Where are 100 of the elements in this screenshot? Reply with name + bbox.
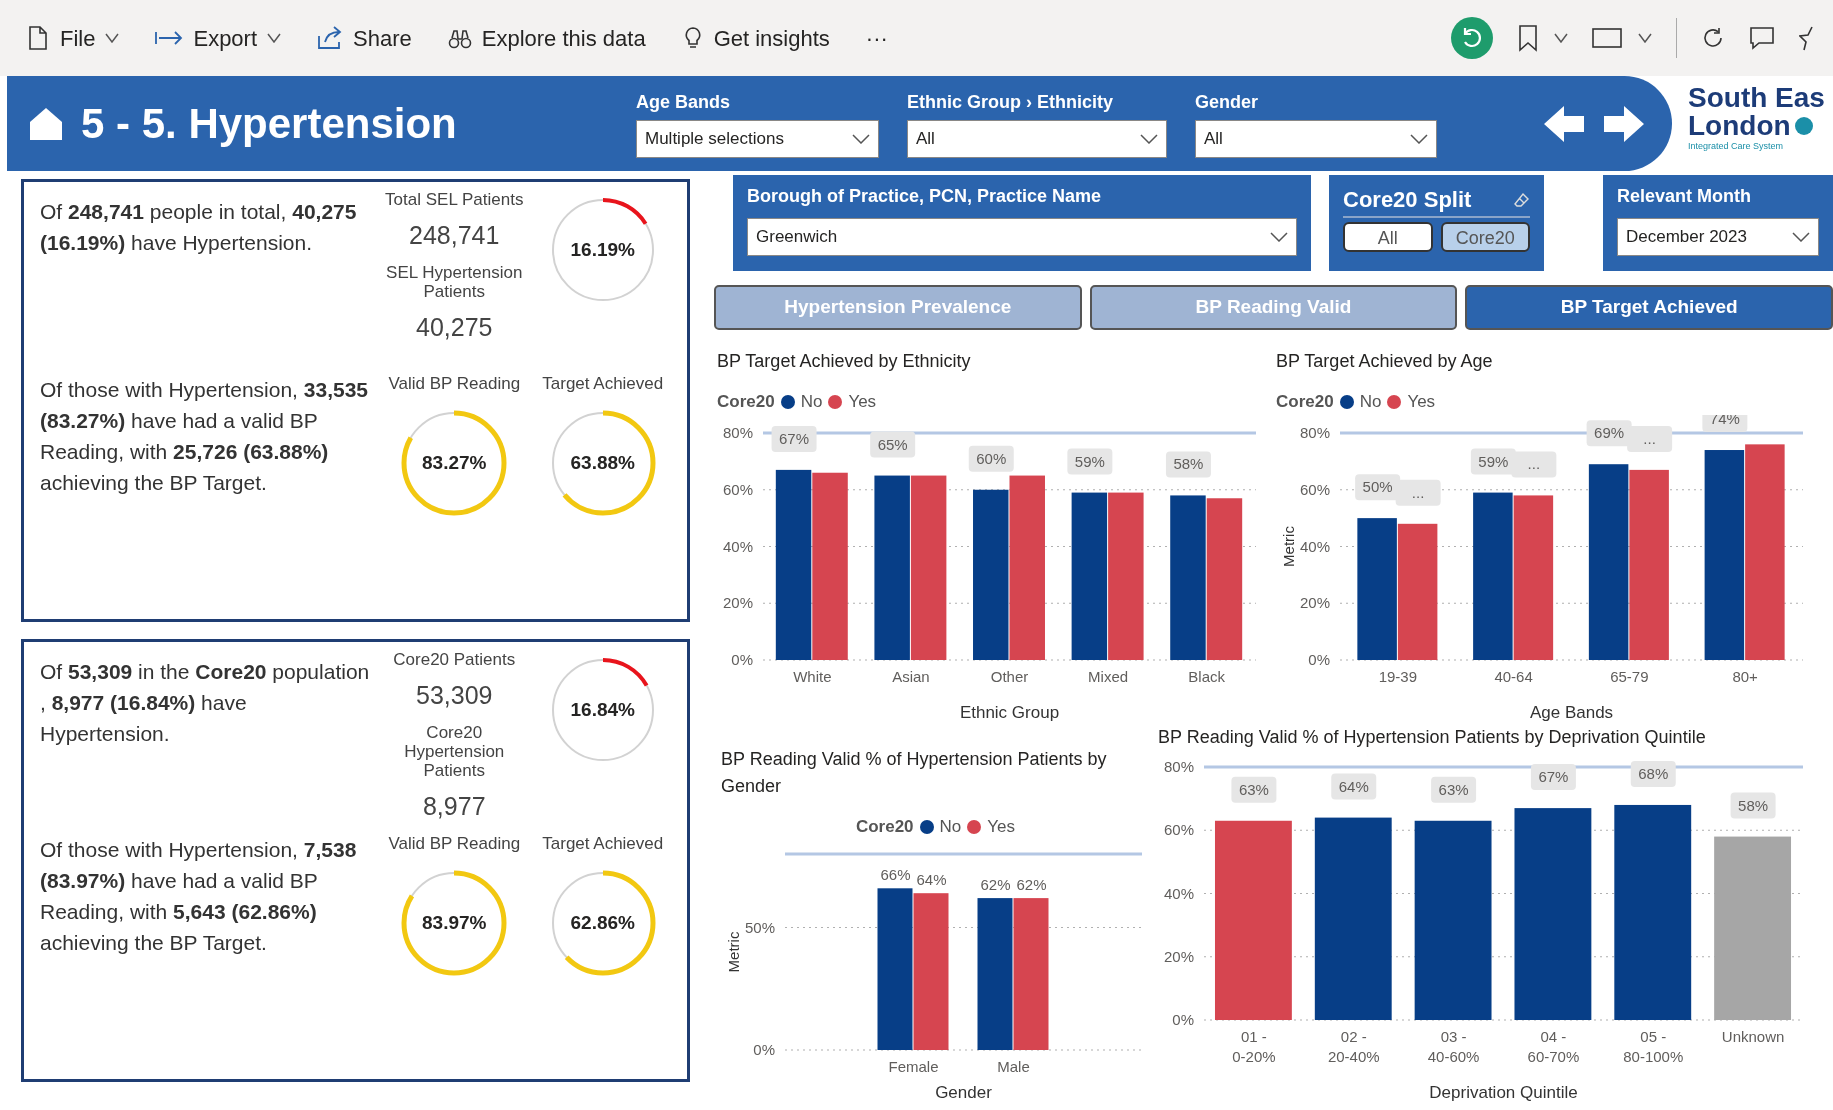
legend-title: Core20 xyxy=(855,816,914,838)
axis-category-label: Mixed xyxy=(1088,667,1129,685)
axis-category-label: Male xyxy=(997,1057,1030,1075)
gauge-label: Valid BP Reading xyxy=(388,834,521,853)
toolbar-button[interactable]: Explore this data xyxy=(441,17,652,59)
legend-title: Core20 xyxy=(717,391,775,413)
toggle-button[interactable]: All xyxy=(1343,222,1433,252)
axis-tick-label: 40% xyxy=(1163,884,1194,902)
data-label: 68% xyxy=(1630,760,1676,787)
data-label: 50% xyxy=(1355,473,1401,500)
axis-category-label: 40-64 xyxy=(1494,667,1533,685)
axis-category-label: Unknown xyxy=(1721,1028,1785,1045)
dropdown[interactable]: December 2023 xyxy=(1617,218,1819,256)
axis-tick-label: 60% xyxy=(722,480,753,498)
legend-label: No xyxy=(1359,391,1382,413)
data-label: 63% xyxy=(1431,776,1477,803)
axis-tick-label: 0% xyxy=(753,1040,775,1058)
stat-value: 53,309 xyxy=(416,680,493,711)
stat-label: SEL Hypertension Patients xyxy=(385,262,524,301)
chevron-icon xyxy=(852,134,870,144)
data-label: 64% xyxy=(916,870,947,888)
more-button[interactable]: ··· xyxy=(859,17,894,59)
dropdown[interactable]: All xyxy=(1195,120,1437,158)
data-label: ... xyxy=(1395,479,1441,506)
toolbar-button[interactable]: File xyxy=(20,17,126,59)
toolbar-button[interactable]: Get insights xyxy=(675,17,836,59)
left-arrow-icon[interactable] xyxy=(1542,103,1586,144)
stat-value: 248,741 xyxy=(409,220,500,251)
axis-tick-label: 80% xyxy=(722,423,753,441)
data-label: 58% xyxy=(1165,450,1211,477)
filter-label: Core20 Split xyxy=(1343,186,1472,214)
logo-tagline: Integrated Care System xyxy=(1688,140,1785,153)
axis-category-label: 02 - 20-40% xyxy=(1327,1028,1380,1065)
chevron-icon xyxy=(105,33,120,43)
bookmark-icon[interactable] xyxy=(1518,24,1538,52)
axis-title: Age Bands xyxy=(1529,702,1614,722)
gauge-reading: 62.86% xyxy=(569,910,636,935)
stat-label: Total SEL Patients xyxy=(385,190,524,209)
axis-category-label: 65-79 xyxy=(1610,667,1649,685)
axis-tick-label: 0% xyxy=(731,650,753,668)
axis-category-label: 80+ xyxy=(1732,667,1758,685)
axis-category-label: Other xyxy=(990,667,1029,685)
legend-label: Yes xyxy=(987,816,1016,838)
chart-title: BP Reading Valid % of Hypertension Patients by Gender xyxy=(721,748,1108,798)
axis-category-label: 19-39 xyxy=(1378,667,1418,685)
dropdown[interactable]: Greenwich xyxy=(747,218,1297,256)
chart-title: BP Reading Valid % of Hypertension Patients by Deprivation Quintile xyxy=(1158,726,1707,749)
stat-label: Core20 Hypertension Patients xyxy=(403,722,506,780)
toggle-button[interactable]: Core20 xyxy=(1440,222,1530,252)
axis-tick-label: 20% xyxy=(1163,947,1194,965)
slicer-label: Ethnic Group › Ethnicity xyxy=(907,91,1114,114)
slicer-label: Age Bands xyxy=(636,91,732,114)
data-label: 64% xyxy=(1338,777,1369,795)
logo-text: South Eas xyxy=(1688,84,1826,112)
axis-title: Gender xyxy=(935,1082,992,1102)
report-title: 5 - 5. Hypertension xyxy=(81,99,458,149)
filter-label: Relevant Month xyxy=(1617,185,1752,208)
axis-tick-label: 60% xyxy=(1163,821,1194,839)
refresh-icon[interactable] xyxy=(1701,26,1725,50)
data-label: ... xyxy=(1511,450,1557,477)
filter-label: Borough of Practice, PCN, Practice Name xyxy=(747,185,1103,208)
axis-category-label: 03 - 40-60% xyxy=(1427,1028,1480,1065)
stat-label: Core20 Patients xyxy=(393,650,516,669)
data-label: 58% xyxy=(1730,792,1776,819)
summary-text: Of those with Hypertension, 7,538 (83.97%) have had a valid BP Reading, with 5,643 (62.86%) achieving the BP Target. xyxy=(40,837,358,956)
home-icon[interactable] xyxy=(29,106,63,141)
data-label: 67% xyxy=(771,425,817,452)
stat-value: 8,977 xyxy=(422,790,486,822)
toolbar-button[interactable]: Share xyxy=(311,17,418,59)
tab[interactable]: BP Target Achieved xyxy=(1465,285,1833,330)
summary-text: Of those with Hypertension, 33,535 (83.27%) have had a valid BP Reading, with 25,726 (63.88%) achieving the BP Target. xyxy=(40,377,370,496)
axis-title: Deprivation Quintile xyxy=(1429,1083,1578,1102)
gauge-reading: 16.84% xyxy=(569,697,636,722)
dropdown[interactable]: Multiple selections xyxy=(636,120,879,158)
axis-category-label: 05 - 80-100% xyxy=(1623,1028,1684,1065)
stat-value: 40,275 xyxy=(416,311,493,343)
axis-tick-label: 40% xyxy=(722,537,753,554)
legend-label: No xyxy=(939,816,962,838)
comment-icon[interactable] xyxy=(1749,26,1775,50)
axis-tick-label: 40% xyxy=(1299,537,1330,554)
axis-tick-label: 0% xyxy=(1308,650,1330,668)
data-label: 64% xyxy=(1331,773,1377,800)
window-icon[interactable] xyxy=(1592,27,1622,49)
eraser-icon[interactable] xyxy=(1514,191,1530,208)
logo-text: London xyxy=(1688,112,1791,140)
axis-tick-label: 50% xyxy=(744,918,775,935)
toolbar-button[interactable]: Export xyxy=(149,17,288,59)
axis-tick-label: 80% xyxy=(1299,423,1330,441)
data-label: 63% xyxy=(1438,780,1469,798)
chart-title: BP Target Achieved by Ethnicity xyxy=(717,350,972,373)
axis-tick-label: 20% xyxy=(722,593,753,611)
axis-category-label: Black xyxy=(1188,667,1226,685)
axis-category-label: 01 - 0-20% xyxy=(1232,1028,1276,1065)
data-label: 66% xyxy=(880,865,911,883)
chevron-icon xyxy=(1792,232,1810,242)
dot-icon xyxy=(1794,117,1813,135)
dropdown[interactable]: All xyxy=(907,120,1167,158)
chevron-icon xyxy=(1410,134,1428,144)
right-arrow-icon[interactable] xyxy=(1602,103,1646,144)
data-label: ... xyxy=(1627,425,1673,452)
